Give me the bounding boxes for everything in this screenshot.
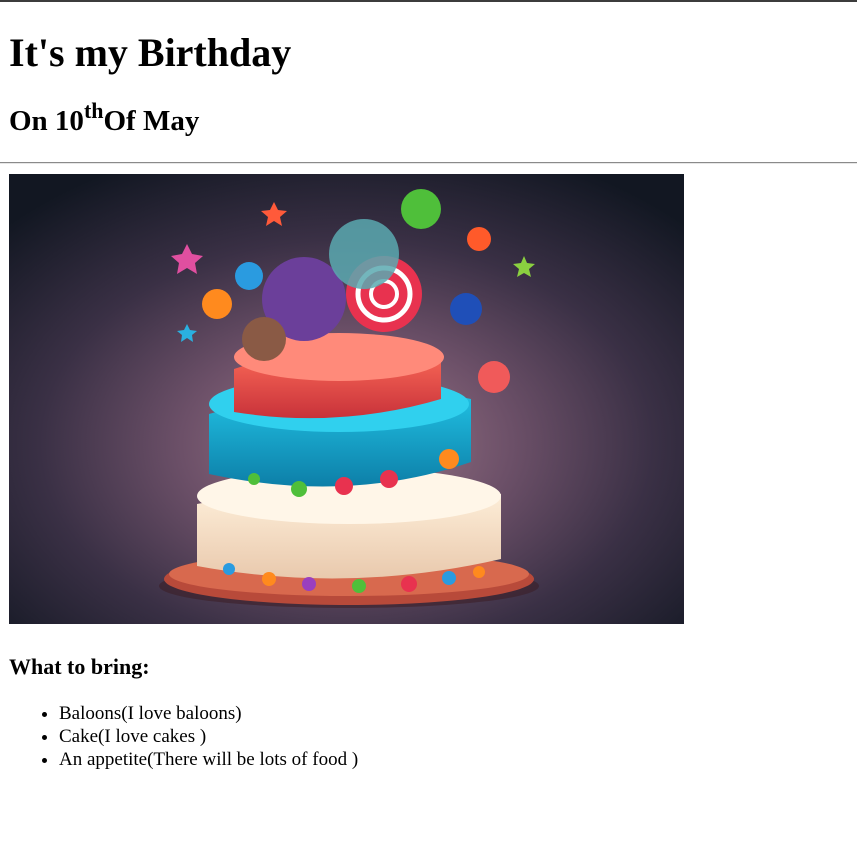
birthday-cake-image (9, 174, 684, 624)
chocolate-piece (242, 317, 286, 361)
balloon-striped (478, 361, 510, 393)
list-item: Cake(I love cakes ) (59, 725, 857, 748)
bring-list: Baloons(I love baloons) Cake(I love cake… (9, 702, 857, 771)
date-month: Of May (103, 105, 200, 137)
balloon-blue (235, 262, 263, 290)
page-content: It's my Birthday On 10thOf May What to b… (0, 0, 857, 771)
balloon-orange (202, 289, 232, 319)
page-title: It's my Birthday (9, 30, 292, 75)
list-item: Baloons(I love baloons) (59, 702, 857, 725)
horizontal-divider (0, 162, 857, 164)
firework (467, 227, 491, 251)
list-item: An appetite(There will be lots of food ) (59, 748, 857, 771)
date-prefix: On 10 (9, 105, 84, 137)
balloon-navy (450, 293, 482, 325)
bring-heading: What to bring: (9, 654, 150, 679)
balloon-green (401, 189, 441, 229)
birthday-date: On 10thOf May (9, 76, 857, 138)
date-ordinal-suffix: th (83, 98, 104, 123)
